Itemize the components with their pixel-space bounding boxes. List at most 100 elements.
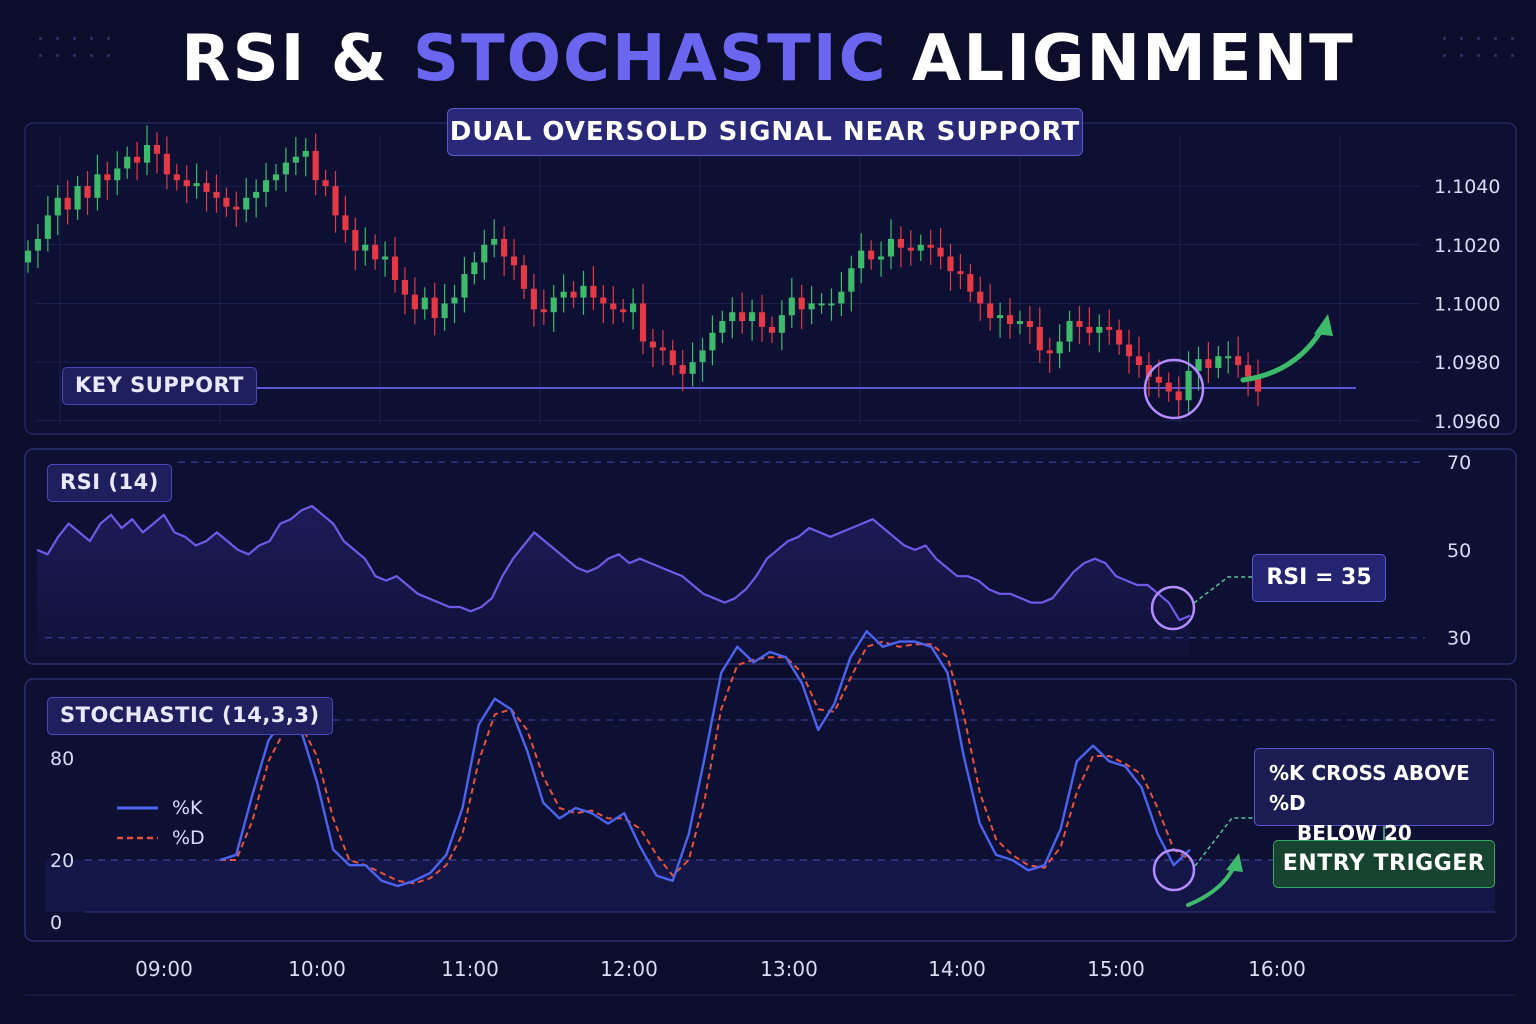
- candle-body: [401, 279, 409, 295]
- candle-body: [550, 297, 557, 313]
- candle-body: [1046, 350, 1053, 354]
- candle-body: [1116, 329, 1123, 345]
- candle-body: [134, 156, 141, 163]
- candle-body: [223, 197, 230, 207]
- candle-body: [1235, 356, 1242, 366]
- candle-body: [451, 297, 458, 304]
- candle-body: [342, 215, 349, 231]
- candle-body: [1036, 326, 1043, 351]
- rsi-panel-label: RSI (14): [47, 464, 172, 502]
- candle-body: [907, 247, 914, 251]
- candle-body: [1155, 376, 1162, 383]
- candle-body: [173, 174, 180, 181]
- cross-callout-line-1: %K CROSS ABOVE %D: [1269, 761, 1470, 815]
- candle-body: [1096, 326, 1103, 333]
- candle-body: [927, 244, 934, 248]
- legend-d-label: %D: [172, 827, 205, 849]
- stochastic-tick-label: 0: [50, 912, 62, 934]
- candle-body: [659, 347, 666, 351]
- candle-body: [1245, 365, 1252, 377]
- candle-body: [203, 183, 210, 192]
- price-tick-label: 1.1000: [1434, 293, 1500, 315]
- time-tick-label: 16:00: [1248, 957, 1306, 981]
- candle-body: [1175, 391, 1182, 401]
- candle-body: [183, 180, 190, 187]
- candle-body: [540, 309, 547, 313]
- candle-body: [34, 238, 41, 251]
- candle-body: [917, 244, 924, 251]
- time-tick-label: 14:00: [928, 957, 986, 981]
- cross-signal-callout: %K CROSS ABOVE %D BELOW 20: [1254, 748, 1494, 845]
- candle-body: [491, 238, 498, 245]
- candle-body: [937, 247, 944, 257]
- candle-body: [679, 365, 686, 374]
- candle-body: [213, 191, 220, 198]
- candle-body: [362, 244, 369, 251]
- candle-body: [897, 238, 904, 248]
- candle-body: [828, 303, 835, 306]
- candle-body: [520, 265, 528, 289]
- candle-body: [243, 197, 250, 210]
- candle-body: [610, 303, 617, 310]
- chart-subtitle: DUAL OVERSOLD SIGNAL NEAR SUPPORT: [447, 108, 1083, 156]
- candle-body: [848, 268, 855, 292]
- candle-body: [590, 285, 597, 298]
- candle-body: [372, 244, 379, 260]
- candle-body: [1205, 359, 1212, 368]
- candle-body: [382, 256, 389, 260]
- candle-body: [669, 350, 676, 366]
- stochastic-panel-label: STOCHASTIC (14,3,3): [47, 697, 333, 735]
- support-label: KEY SUPPORT: [62, 367, 257, 405]
- rsi-level-label: 30: [1447, 628, 1471, 650]
- rsi-value-callout: RSI = 35: [1252, 554, 1386, 602]
- candle-body: [1125, 344, 1133, 357]
- candle-body: [143, 145, 151, 163]
- candle-body: [292, 156, 299, 163]
- candle-body: [431, 297, 438, 319]
- candle-body: [1016, 321, 1024, 324]
- candle-body: [1225, 356, 1232, 359]
- stochastic-tick-label: 20: [50, 850, 74, 872]
- candle-body: [461, 274, 468, 298]
- candle-body: [858, 250, 865, 269]
- candle-body: [600, 297, 607, 304]
- candle-body: [560, 291, 567, 298]
- candle-body: [1076, 321, 1083, 327]
- rsi-level-label: 70: [1447, 452, 1471, 474]
- candle-body: [987, 303, 994, 319]
- candle-body: [530, 288, 537, 310]
- candle-body: [758, 312, 766, 327]
- price-tick-label: 1.1020: [1434, 235, 1500, 257]
- candle-body: [1215, 356, 1222, 368]
- candle-body: [749, 312, 756, 322]
- candle-body: [153, 145, 161, 154]
- price-tick-label: 1.1040: [1434, 176, 1500, 198]
- rsi-level-label: 50: [1447, 540, 1471, 562]
- candle-body: [877, 256, 885, 260]
- candle-body: [709, 332, 716, 351]
- candle-body: [957, 271, 964, 275]
- candle-body: [1056, 341, 1063, 354]
- candle-body: [808, 303, 815, 310]
- candle-body: [997, 315, 1004, 319]
- candle-body: [282, 162, 289, 175]
- legend-k-label: %K: [172, 797, 203, 819]
- time-axis: 09:00 10:00 11:00 12:00 13:00 14:00 15:00 16:00: [25, 957, 1516, 996]
- candle-body: [768, 326, 776, 333]
- candle-body: [719, 321, 726, 333]
- time-tick-label: 15:00: [1087, 957, 1145, 981]
- candle-body: [94, 174, 101, 198]
- price-tick-label: 1.0980: [1434, 352, 1500, 374]
- candle-body: [868, 250, 875, 260]
- candle-body: [352, 230, 359, 251]
- time-tick-label: 12:00: [600, 957, 658, 981]
- candle-body: [699, 350, 706, 363]
- candle-body: [639, 303, 647, 342]
- candle-body: [54, 197, 61, 216]
- candle-body: [114, 168, 121, 181]
- candle-body: [1185, 370, 1192, 401]
- candle-body: [272, 174, 280, 181]
- candle-body: [481, 244, 488, 263]
- stochastic-tick-label: 80: [50, 748, 74, 770]
- candle-body: [1106, 326, 1113, 330]
